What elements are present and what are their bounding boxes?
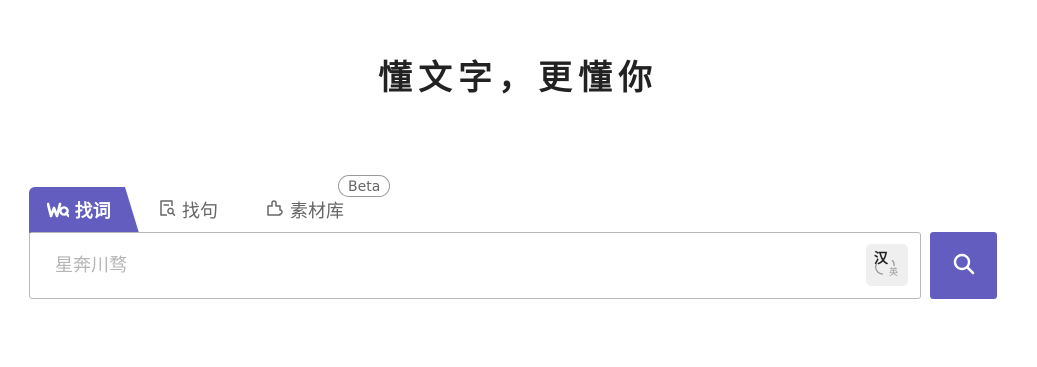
beta-badge: Beta [338,175,391,197]
page-slogan: 懂文字，更懂你 [378,58,659,98]
tab-find-sentences[interactable]: 找句 [159,187,218,233]
language-toggle-button[interactable]: 汉 英 [866,244,908,286]
tab-label: 找句 [182,201,218,222]
language-secondary-label: 英 [889,268,899,278]
tab-label: 素材库 [290,201,344,222]
page: 懂文字，更懂你 找词 找句 素材库 Beta 星奔川骛 汉 英 [0,0,1037,367]
search-box: 汉 英 [29,232,921,299]
search-button[interactable] [930,232,997,299]
search-icon [952,252,976,280]
wq-logo-icon [47,202,69,218]
puzzle-icon [266,199,284,222]
document-search-icon [159,199,176,222]
tab-find-words[interactable]: 找词 [29,187,139,233]
tab-material-library[interactable]: 素材库 [266,187,344,233]
search-input[interactable] [30,233,850,298]
tab-label: 找词 [75,201,111,222]
search-mode-tabs: 找词 找句 素材库 Beta [29,175,449,233]
